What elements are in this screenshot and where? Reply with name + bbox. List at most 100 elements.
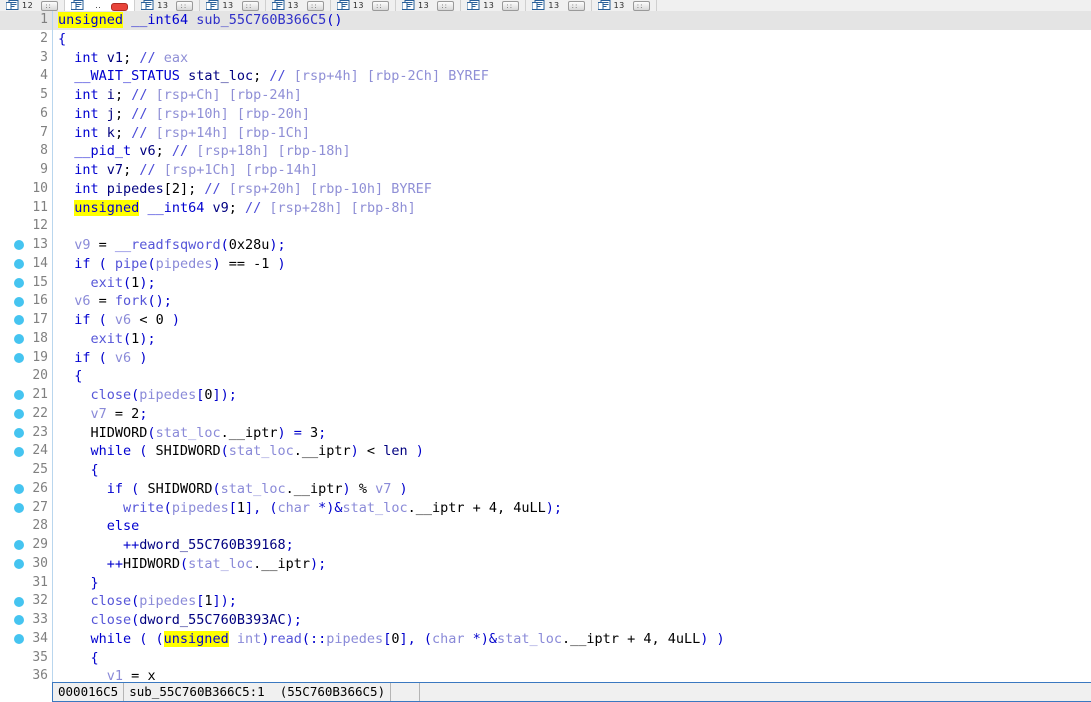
code-line[interactable]: 4 __WAIT_STATUS stat_loc; // [rsp+4h] [r… (0, 67, 1091, 86)
toolbar-tab-item[interactable]: 12 (6, 0, 33, 11)
code-token: ; (114, 87, 132, 103)
code-line[interactable]: 24 while ( SHIDWORD(stat_loc.__iptr) < l… (0, 442, 1091, 461)
code-token: read (269, 630, 302, 647)
line-number: 19 (32, 349, 48, 365)
code-line[interactable]: 30 ++HIDWORD(stat_loc.__iptr); (0, 554, 1091, 574)
code-line[interactable]: 34 while ( (unsigned int)read(::pipedes[… (0, 629, 1091, 649)
toolbar-button-icon[interactable]: :: (176, 1, 194, 11)
code-line[interactable]: 23 HIDWORD(stat_loc.__iptr) = 3; (0, 423, 1091, 443)
code-token: pipedes (139, 593, 197, 610)
code-line[interactable]: 26 if ( SHIDWORD(stat_loc.__iptr) % v7 ) (0, 479, 1091, 499)
gutter-separator (52, 442, 53, 461)
code-line[interactable]: 3 int v1; // eax (0, 48, 1091, 68)
code-line[interactable]: 5 int i; // [rsp+Ch] [rbp-24h] (0, 86, 1091, 105)
toolbar-tab-item[interactable]: 13 (467, 0, 494, 11)
highlighted-token: unsigned (58, 12, 124, 28)
code-line[interactable]: 20 { (0, 367, 1091, 386)
code-line[interactable]: 11 unsigned __int64 v9; // [rsp+28h] [rb… (0, 198, 1091, 218)
code-line[interactable]: 28 else (0, 517, 1091, 536)
toolbar-button-icon[interactable]: :: (567, 1, 585, 11)
code-line[interactable]: 9 int v7; // [rsp+1Ch] [rbp-14h] (0, 161, 1091, 180)
toolbar-button-icon[interactable]: :: (372, 1, 390, 11)
code-line[interactable]: 14 if ( pipe(pipedes) == -1 ) (0, 254, 1091, 274)
code-line[interactable]: 25 { (0, 461, 1091, 480)
document-icon (467, 0, 480, 11)
code-line[interactable]: 31 } (0, 573, 1091, 593)
code-token: ]); (212, 593, 237, 610)
toolbar-group-0[interactable]: 12:: (0, 0, 66, 11)
toolbar-tab-item[interactable]: 13 (336, 0, 364, 11)
code-token: stat_loc (228, 443, 294, 460)
code-line[interactable]: 32 close(pipedes[1]); (0, 592, 1091, 611)
code-line[interactable]: 1 unsigned __int64 sub_55C760B366C5() (0, 11, 1091, 30)
close-red-icon[interactable] (111, 3, 129, 11)
code-token: ; (114, 105, 132, 122)
toolbar-tab-item[interactable] (71, 0, 87, 11)
code-token: i (106, 87, 115, 103)
gutter-separator (52, 236, 53, 255)
code-line[interactable]: 8 __pid_t v6; // [rsp+18h] [rbp-18h] (0, 142, 1091, 161)
code-token: __int64 (147, 199, 205, 216)
code-line[interactable]: 7 int k; // [rsp+14h] [rbp-1Ch] (0, 123, 1091, 143)
line-number: 22 (32, 405, 48, 421)
line-number: 14 (32, 255, 48, 271)
code-line[interactable]: 21 close(pipedes[0]); (0, 386, 1091, 405)
toolbar-group-8[interactable]: 13:: (526, 0, 592, 11)
toolbar-tab-item[interactable]: 13 (532, 0, 559, 11)
code-line[interactable]: 16 v6 = fork(); (0, 292, 1091, 311)
code-line[interactable]: 15 exit(1); (0, 273, 1091, 293)
toolbar-tab-item[interactable]: 13 (206, 0, 233, 11)
code-token: ( (90, 349, 115, 366)
toolbar-tab-item[interactable]: 13 (141, 0, 168, 11)
code-line[interactable]: 22 v7 = 2; (0, 404, 1091, 424)
toolbar-button-icon[interactable]: :: (306, 1, 324, 11)
code-line[interactable]: 18 exit(1); (0, 329, 1091, 349)
code-token: exit (90, 274, 124, 291)
toolbar-group-2[interactable]: 13:: (135, 0, 201, 11)
highlighted-token: unsigned (74, 199, 140, 216)
toolbar-button-icon[interactable]: :: (41, 1, 59, 11)
code-line[interactable]: 2{ (0, 29, 1091, 49)
toolbar-button-icon[interactable]: :: (241, 1, 259, 11)
code-line[interactable]: 13 v9 = __readfsqword(0x28u); (0, 236, 1091, 255)
code-line[interactable]: 33 close(dword_55C760B393AC); (0, 611, 1091, 630)
line-number: 30 (32, 555, 48, 571)
code-token: if (74, 255, 91, 272)
code-line[interactable]: 6 int j; // [rsp+10h] [rbp-20h] (0, 104, 1091, 124)
gutter-separator (52, 142, 53, 161)
pseudocode-view[interactable]: 1 unsigned __int64 sub_55C760B366C5() 2{3 … (0, 11, 1091, 702)
code-line[interactable]: 10 int pipedes[2]; // [rsp+20h] [rbp-10h… (0, 179, 1091, 199)
toolbar-group-4[interactable]: 13:: (266, 0, 331, 11)
toolbar-group-1[interactable]: .. (65, 0, 136, 11)
code-token: 0 (155, 312, 164, 328)
line-number: 6 (40, 105, 48, 121)
toolbar-group-3[interactable]: 13:: (200, 0, 266, 11)
code-line[interactable]: 17 if ( v6 < 0 ) (0, 311, 1091, 330)
code-token: [rsp+4h] [rbp-2Ch] BYREF (285, 68, 489, 85)
code-line[interactable]: 29 ++dword_55C760B39168; (0, 536, 1091, 555)
code-token: int (74, 87, 99, 103)
code-line[interactable]: 19 if ( v6 ) (0, 348, 1091, 368)
code-line[interactable]: 12 (0, 217, 1091, 236)
code-token: .__iptr (562, 630, 619, 647)
code-token: pipedes (326, 630, 384, 647)
toolbar-tab-item[interactable]: 13 (402, 0, 429, 11)
toolbar-group-9[interactable]: 13:: (592, 0, 657, 11)
toolbar-group-7[interactable]: 13:: (461, 0, 527, 11)
code-token: int (236, 630, 262, 647)
code-line[interactable]: 35 { (0, 648, 1091, 668)
toolbar-group-6[interactable]: 13:: (396, 0, 462, 11)
toolbar-tab-item[interactable]: 13 (597, 0, 625, 11)
toolbar-button-icon[interactable]: :: (437, 1, 455, 11)
toolbar-button-icon[interactable]: :: (502, 1, 520, 11)
toolbar-dots-icon: .. (95, 1, 102, 10)
toolbar-button-icon[interactable]: :: (632, 1, 650, 11)
code-token: [rsp+Ch] [rbp-24h] (147, 87, 302, 103)
toolbar-tab-item[interactable]: 13 (271, 0, 299, 11)
code-line[interactable]: 27 write(pipedes[1], (char *)&stat_loc._… (0, 498, 1091, 518)
status-extra (391, 683, 421, 701)
toolbar-group-5[interactable]: 13:: (331, 0, 397, 11)
